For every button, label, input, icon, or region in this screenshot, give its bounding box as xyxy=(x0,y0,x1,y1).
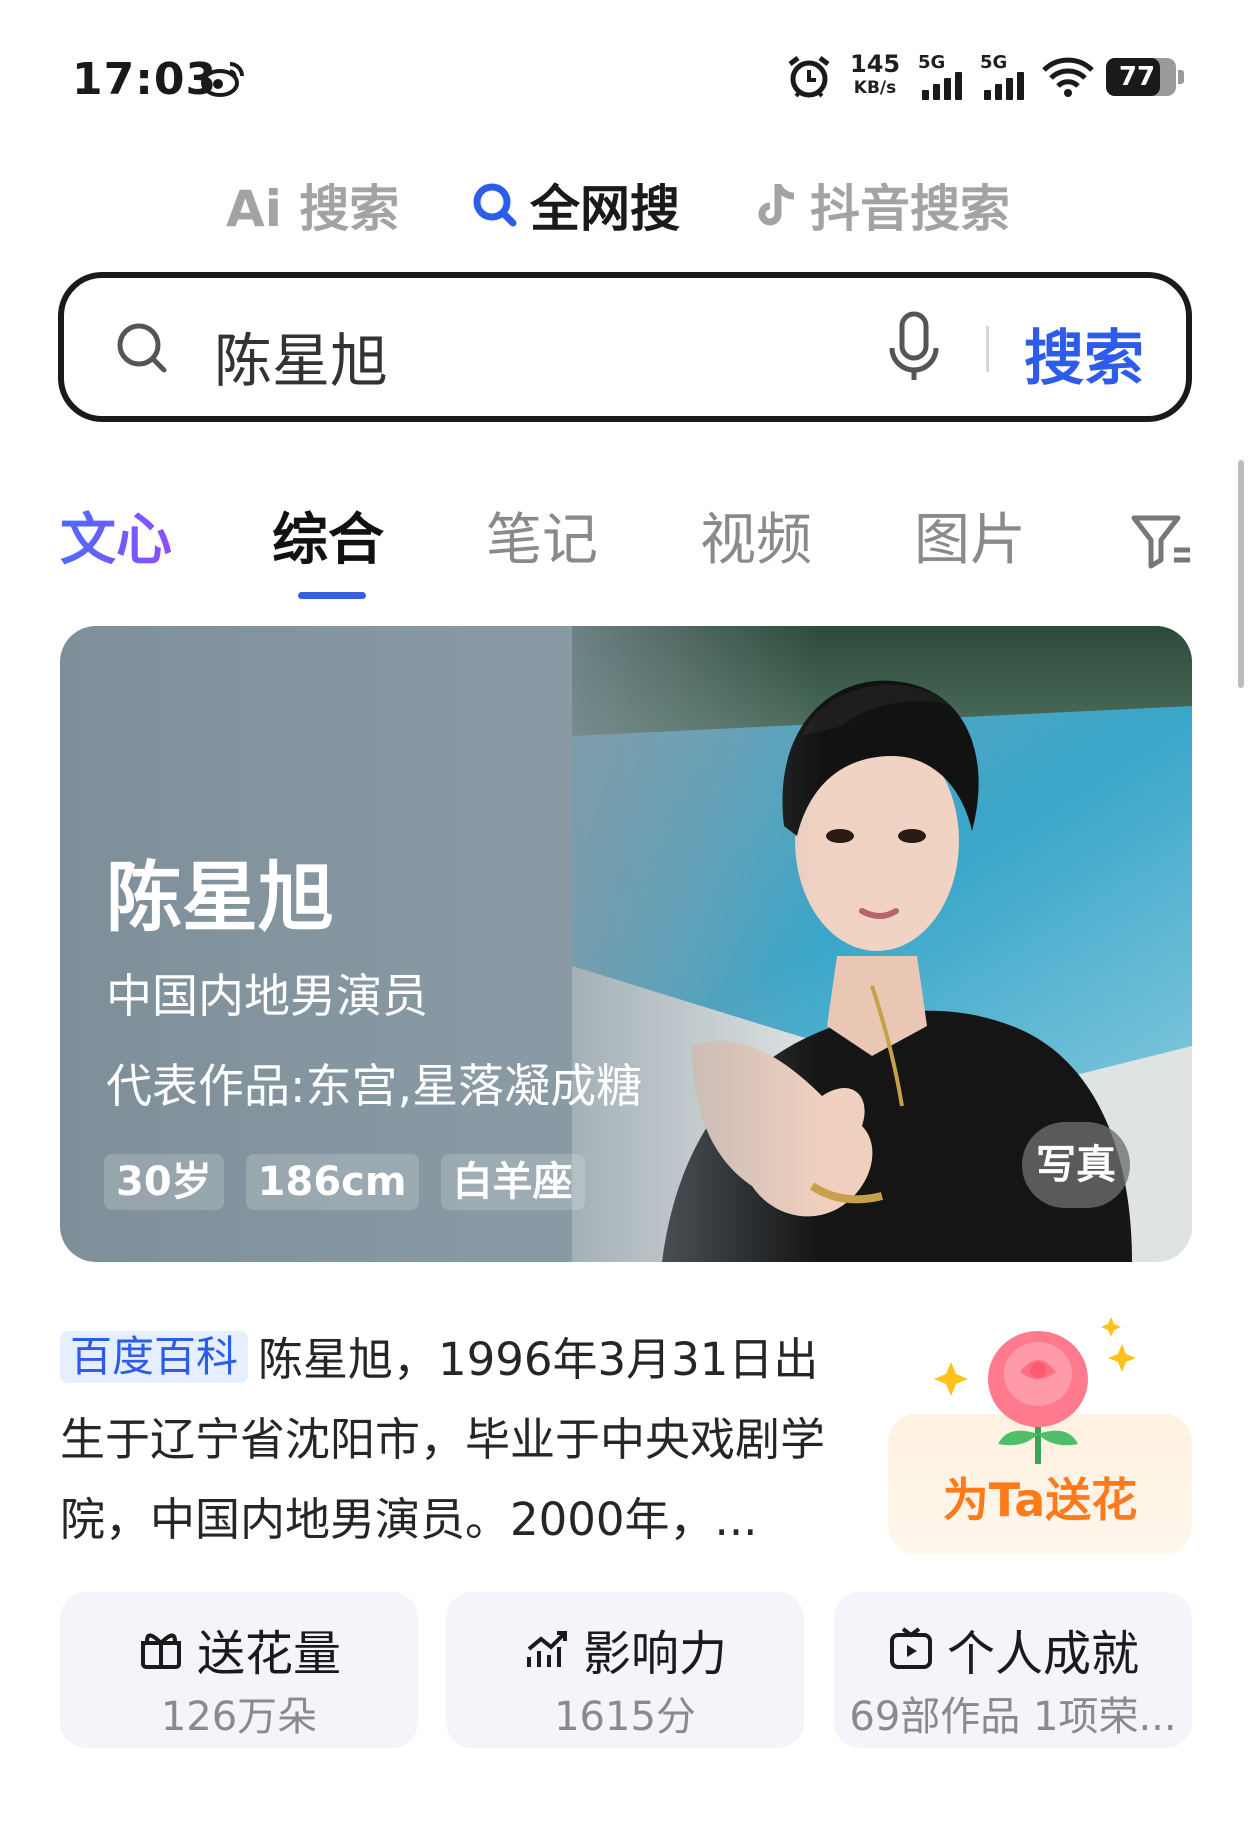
mode-tab-douyin-label: 抖音搜索 xyxy=(810,180,1010,238)
mode-tab-douyin-search[interactable]: 抖音搜索 xyxy=(756,170,1010,240)
stat-value-achievements: 69部作品 1项荣... xyxy=(849,1694,1177,1740)
tab-videos[interactable]: 视频 xyxy=(700,495,812,576)
stat-value-flowers: 126万朵 xyxy=(160,1694,318,1740)
stat-title-achievements: 个人成就 xyxy=(946,1626,1139,1682)
height-tag: 186cm xyxy=(245,1154,419,1210)
profile-hero-card[interactable]: 陈星旭 中国内地男演员 代表作品:东宫,星落凝成糖 30岁 186cm 白羊座 … xyxy=(60,626,1192,1262)
net-speed: 145 KB/s xyxy=(850,52,900,97)
sim2-label: 5G xyxy=(980,52,1008,73)
active-tab-indicator xyxy=(298,592,366,599)
status-time: 17:03 xyxy=(72,54,218,105)
tab-comprehensive[interactable]: 综合 xyxy=(272,495,384,576)
microphone-icon[interactable] xyxy=(884,308,944,388)
search-icon xyxy=(470,180,520,230)
alarm-icon xyxy=(788,56,830,98)
mode-tab-web-label: 全网搜 xyxy=(530,180,680,238)
search-box[interactable]: 陈星旭 搜索 xyxy=(58,272,1192,422)
stat-card-achievements[interactable]: 个人成就 69部作品 1项荣... xyxy=(834,1592,1192,1748)
rose-icon xyxy=(934,1317,1136,1464)
stat-value-influence: 1615分 xyxy=(554,1694,696,1740)
signal-icon-sim1: 5G xyxy=(918,52,970,100)
trend-icon xyxy=(526,1631,567,1667)
wifi-icon xyxy=(1042,57,1094,97)
battery-level: 77 xyxy=(1118,62,1156,92)
status-bar: 17:03 145 KB/s 5G 5G 77 xyxy=(0,0,1260,150)
search-divider xyxy=(986,326,989,372)
douyin-icon xyxy=(756,180,800,230)
tab-images[interactable]: 图片 xyxy=(914,495,1026,576)
mode-tab-ai-label: Ai 搜索 xyxy=(226,180,400,238)
search-input[interactable]: 陈星旭 xyxy=(214,314,388,398)
zodiac-tag: 白羊座 xyxy=(440,1154,585,1210)
video-icon xyxy=(889,1627,932,1669)
representative-works: 代表作品:东宫,星落凝成糖 xyxy=(106,1059,643,1113)
send-flower-label: 为Ta送花 xyxy=(942,1473,1138,1527)
tab-wenxin[interactable]: 文心 xyxy=(60,495,172,576)
mode-tab-web-search[interactable]: 全网搜 xyxy=(470,170,680,240)
baike-source-tag[interactable]: 百度百科 xyxy=(60,1331,249,1383)
stat-card-influence[interactable]: 影响力 1615分 xyxy=(446,1592,804,1748)
stat-title-influence: 影响力 xyxy=(582,1626,727,1682)
photo-gallery-button[interactable]: 写真 xyxy=(1022,1122,1130,1208)
signal-icon-sim2: 5G xyxy=(980,52,1032,100)
person-name: 陈星旭 xyxy=(106,853,334,942)
net-speed-value: 145 xyxy=(850,50,901,78)
search-icon xyxy=(117,323,167,373)
category-tabs: 文心 综合 笔记 视频 图片 xyxy=(0,495,1260,605)
tab-notes[interactable]: 笔记 xyxy=(486,495,598,576)
search-button[interactable]: 搜索 xyxy=(1024,310,1144,397)
stat-title-flowers: 送花量 xyxy=(196,1626,341,1682)
filter-icon[interactable] xyxy=(1128,510,1194,570)
mode-tab-ai-search[interactable]: Ai 搜索 xyxy=(226,170,399,240)
weibo-icon xyxy=(201,62,244,97)
scrollbar[interactable] xyxy=(1238,460,1244,688)
age-tag: 30岁 xyxy=(104,1154,224,1210)
person-occupation: 中国内地男演员 xyxy=(106,969,428,1023)
battery-icon: 77 xyxy=(1106,58,1184,96)
profile-tags: 30岁 186cm 白羊座 xyxy=(104,1154,585,1210)
baike-summary[interactable]: 百度百科 陈星旭，1996年3月31日出生于辽宁省沈阳市，毕业于中央戏剧学院，中国… xyxy=(60,1320,850,1560)
search-mode-tabs: Ai 搜索 全网搜 抖音搜索 xyxy=(0,170,1260,240)
net-speed-unit: KB/s xyxy=(853,78,897,98)
gift-icon xyxy=(140,1633,181,1669)
stat-card-flowers[interactable]: 送花量 126万朵 xyxy=(60,1592,418,1748)
sim1-label: 5G xyxy=(918,52,946,73)
